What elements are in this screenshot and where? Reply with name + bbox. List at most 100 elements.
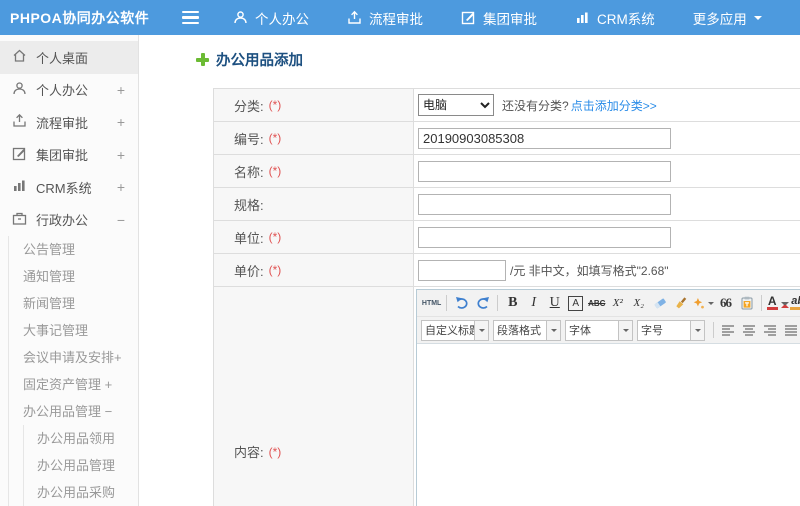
sidebar-item-fixed-assets-mgmt[interactable]: 固定资产管理 +: [9, 371, 138, 398]
sidebar-item-meeting-request[interactable]: 会议申请及安排+: [9, 344, 138, 371]
italic-button[interactable]: I: [524, 293, 543, 314]
sidebar-item-crm-system[interactable]: CRM系统 +: [0, 171, 138, 204]
form-row-code: 编号: (*): [214, 122, 800, 155]
font-color-button[interactable]: A: [766, 293, 789, 314]
add-plus-icon: [196, 53, 209, 66]
sidebar-item-group-approval[interactable]: 集团审批 +: [0, 139, 138, 172]
hamburger-menu-icon[interactable]: [182, 11, 199, 24]
caret-down-icon: [690, 320, 704, 340]
sidebar-item-news-mgmt[interactable]: 新闻管理: [9, 290, 138, 317]
sidebar-item-notice-mgmt[interactable]: 通知管理: [9, 263, 138, 290]
sidebar-submenu-office-supplies: 办公用品领用 办公用品管理 办公用品采购: [23, 425, 138, 506]
quick-format-button[interactable]: [692, 293, 714, 314]
content-label: 内容: (*): [214, 287, 414, 506]
paragraph-format-select[interactable]: 段落格式: [493, 319, 561, 341]
subscript-button[interactable]: X₂: [629, 293, 648, 314]
nav-item-group-approval[interactable]: 集团审批: [461, 8, 537, 28]
price-input[interactable]: [418, 259, 506, 281]
sidebar: 个人桌面 个人办公 + 流程审批 + 集团审批 + CRM系统 + 行政办公 −: [0, 35, 139, 506]
briefcase-icon: [12, 211, 27, 229]
sidebar-item-admin-office[interactable]: 行政办公 −: [0, 204, 138, 237]
form-row-price: 单价: (*) /元 非中文，如填写格式"2.68": [214, 254, 800, 287]
form-row-spec: 规格:: [214, 188, 800, 221]
rich-text-editor: HTML B I U A ABC X² X₂ 66 A a 自定义标 段落格式 …: [416, 289, 800, 506]
user-icon: [12, 81, 27, 99]
expand-icon[interactable]: +: [117, 82, 125, 98]
add-supply-form: 分类: (*) 电脑 还没有分类? 点击添加分类>> 编号: (*) 20190…: [213, 88, 800, 506]
underline-button[interactable]: U: [545, 293, 564, 314]
bar-chart-icon: [575, 10, 590, 25]
paste-text-button[interactable]: [737, 293, 756, 314]
align-center-button[interactable]: [740, 320, 759, 341]
font-family-select[interactable]: 字体: [565, 319, 633, 341]
sidebar-item-supplies-purchase[interactable]: 办公用品采购: [24, 479, 138, 506]
html-source-button[interactable]: HTML: [422, 293, 441, 314]
spec-label: 规格:: [214, 188, 414, 220]
sidebar-item-supplies-requisition[interactable]: 办公用品领用: [24, 425, 138, 452]
unit-input[interactable]: [418, 226, 671, 248]
sidebar-item-personal-desktop[interactable]: 个人桌面: [0, 41, 138, 74]
code-label: 编号: (*): [214, 122, 414, 154]
align-right-button[interactable]: [761, 320, 780, 341]
strikethrough-button[interactable]: ABC: [587, 293, 606, 314]
required-marker: (*): [268, 444, 282, 459]
sidebar-item-workflow-approval[interactable]: 流程审批 +: [0, 106, 138, 139]
required-marker: (*): [268, 164, 282, 178]
sidebar-submenu-admin: 公告管理 通知管理 新闻管理 大事记管理 会议申请及安排+ 固定资产管理 + 办…: [8, 236, 138, 506]
form-row-category: 分类: (*) 电脑 还没有分类? 点击添加分类>>: [214, 89, 800, 122]
user-icon: [233, 10, 248, 25]
align-left-button[interactable]: [719, 320, 738, 341]
required-marker: (*): [268, 98, 282, 112]
category-select[interactable]: 电脑: [418, 94, 494, 116]
expand-icon[interactable]: +: [117, 114, 125, 130]
eraser-button[interactable]: [650, 293, 669, 314]
name-input[interactable]: [418, 160, 671, 182]
editor-content-area[interactable]: [417, 344, 800, 506]
sidebar-item-memorabilia-mgmt[interactable]: 大事记管理: [9, 317, 138, 344]
form-row-name: 名称: (*): [214, 155, 800, 188]
nav-item-crm-system[interactable]: CRM系统: [575, 8, 655, 28]
font-box-button[interactable]: A: [566, 293, 585, 314]
quote-button[interactable]: 66: [716, 293, 735, 314]
price-label: 单价: (*): [214, 254, 414, 286]
superscript-button[interactable]: X²: [608, 293, 627, 314]
nav-item-more-apps[interactable]: 更多应用: [693, 8, 762, 28]
undo-button[interactable]: [452, 293, 471, 314]
category-hint: 还没有分类?: [502, 98, 569, 113]
caret-down-icon: [753, 15, 762, 24]
caret-down-icon: [708, 302, 714, 308]
sidebar-item-office-supplies-mgmt[interactable]: 办公用品管理 −: [9, 398, 138, 425]
collapse-icon[interactable]: −: [117, 212, 125, 228]
home-icon: [12, 48, 27, 66]
top-header: PHPOA协同办公软件 个人办公 流程审批 集团审批 CRM系统 更多应用: [0, 0, 800, 35]
sidebar-item-supplies-management[interactable]: 办公用品管理: [24, 452, 138, 479]
redo-button[interactable]: [473, 293, 492, 314]
sidebar-item-personal-office[interactable]: 个人办公 +: [0, 74, 138, 107]
upload-icon: [12, 113, 27, 131]
name-label: 名称: (*): [214, 155, 414, 187]
caret-down-icon: [474, 320, 488, 340]
expand-icon[interactable]: +: [117, 179, 125, 195]
add-category-link[interactable]: 点击添加分类>>: [571, 97, 657, 114]
highlight-color-button[interactable]: ab: [790, 293, 800, 314]
upload-icon: [347, 10, 362, 25]
required-marker: (*): [268, 263, 282, 277]
nav-item-workflow-approval[interactable]: 流程审批: [347, 8, 423, 28]
nav-item-personal-office[interactable]: 个人办公: [233, 8, 309, 28]
top-navigation: 个人办公 流程审批 集团审批 CRM系统 更多应用: [233, 8, 800, 28]
app-window: PHPOA协同办公软件 个人办公 流程审批 集团审批 CRM系统 更多应用 个人…: [0, 0, 800, 506]
page-title: 办公用品添加: [196, 49, 800, 70]
expand-icon[interactable]: +: [117, 147, 125, 163]
editor-toolbar-row1: HTML B I U A ABC X² X₂ 66 A a: [417, 290, 800, 317]
required-marker: (*): [268, 131, 282, 145]
align-justify-button[interactable]: [782, 320, 800, 341]
unit-label: 单位: (*): [214, 221, 414, 253]
code-input[interactable]: [418, 127, 671, 149]
bold-button[interactable]: B: [503, 293, 522, 314]
custom-heading-select[interactable]: 自定义标题: [421, 319, 489, 341]
font-size-select[interactable]: 字号: [637, 319, 705, 341]
format-brush-button[interactable]: [671, 293, 690, 314]
sidebar-item-announcement-mgmt[interactable]: 公告管理: [9, 236, 138, 263]
form-row-unit: 单位: (*): [214, 221, 800, 254]
spec-input[interactable]: [418, 193, 671, 215]
